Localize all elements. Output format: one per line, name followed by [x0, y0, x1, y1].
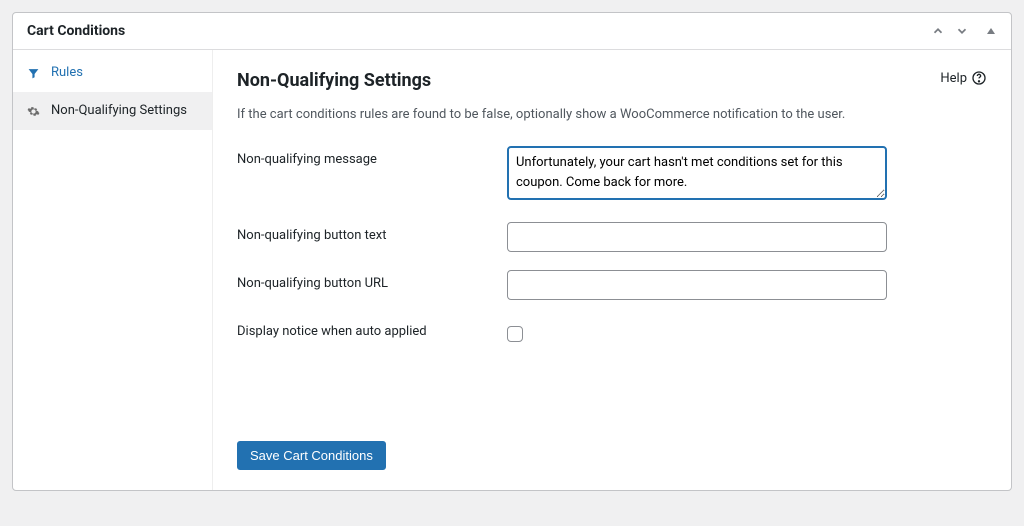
help-link[interactable]: Help	[940, 70, 987, 86]
message-label: Non-qualifying message	[237, 146, 507, 167]
sidebar-item-label: Rules	[51, 64, 83, 82]
panel-header: Cart Conditions	[13, 13, 1011, 50]
help-label: Help	[940, 71, 967, 86]
gear-icon	[27, 105, 41, 118]
display-notice-label: Display notice when auto applied	[237, 318, 507, 339]
button-url-label: Non-qualifying button URL	[237, 270, 507, 291]
caret-up-icon[interactable]	[985, 25, 997, 37]
cart-conditions-panel: Cart Conditions Rules	[12, 12, 1012, 491]
sidebar-item-label: Non-Qualifying Settings	[51, 102, 187, 120]
panel-body: Rules Non-Qualifying Settings Non-Qualif…	[13, 50, 1011, 490]
field-row-button-url: Non-qualifying button URL	[237, 270, 987, 300]
filter-icon	[27, 67, 41, 80]
form-footer: Save Cart Conditions	[237, 421, 987, 470]
field-row-button-text: Non-qualifying button text	[237, 222, 987, 252]
save-button[interactable]: Save Cart Conditions	[237, 441, 386, 470]
field-row-display-notice: Display notice when auto applied	[237, 318, 987, 342]
button-text-input[interactable]	[507, 222, 887, 252]
button-text-label: Non-qualifying button text	[237, 222, 507, 243]
message-textarea[interactable]	[507, 146, 887, 200]
section-description: If the cart conditions rules are found t…	[237, 107, 987, 122]
panel-header-actions	[931, 24, 997, 38]
display-notice-checkbox[interactable]	[507, 326, 523, 342]
sidebar-item-rules[interactable]: Rules	[13, 54, 212, 92]
button-url-input[interactable]	[507, 270, 887, 300]
help-icon	[971, 70, 987, 86]
page-title: Non-Qualifying Settings	[237, 70, 431, 91]
main-content: Non-Qualifying Settings Help If the cart…	[213, 50, 1011, 490]
sidebar: Rules Non-Qualifying Settings	[13, 50, 213, 490]
chevron-up-icon[interactable]	[931, 24, 945, 38]
field-row-message: Non-qualifying message	[237, 146, 987, 204]
panel-title: Cart Conditions	[27, 23, 125, 39]
main-header: Non-Qualifying Settings Help	[237, 70, 987, 91]
sidebar-item-non-qualifying-settings[interactable]: Non-Qualifying Settings	[13, 92, 212, 130]
chevron-down-icon[interactable]	[955, 24, 969, 38]
